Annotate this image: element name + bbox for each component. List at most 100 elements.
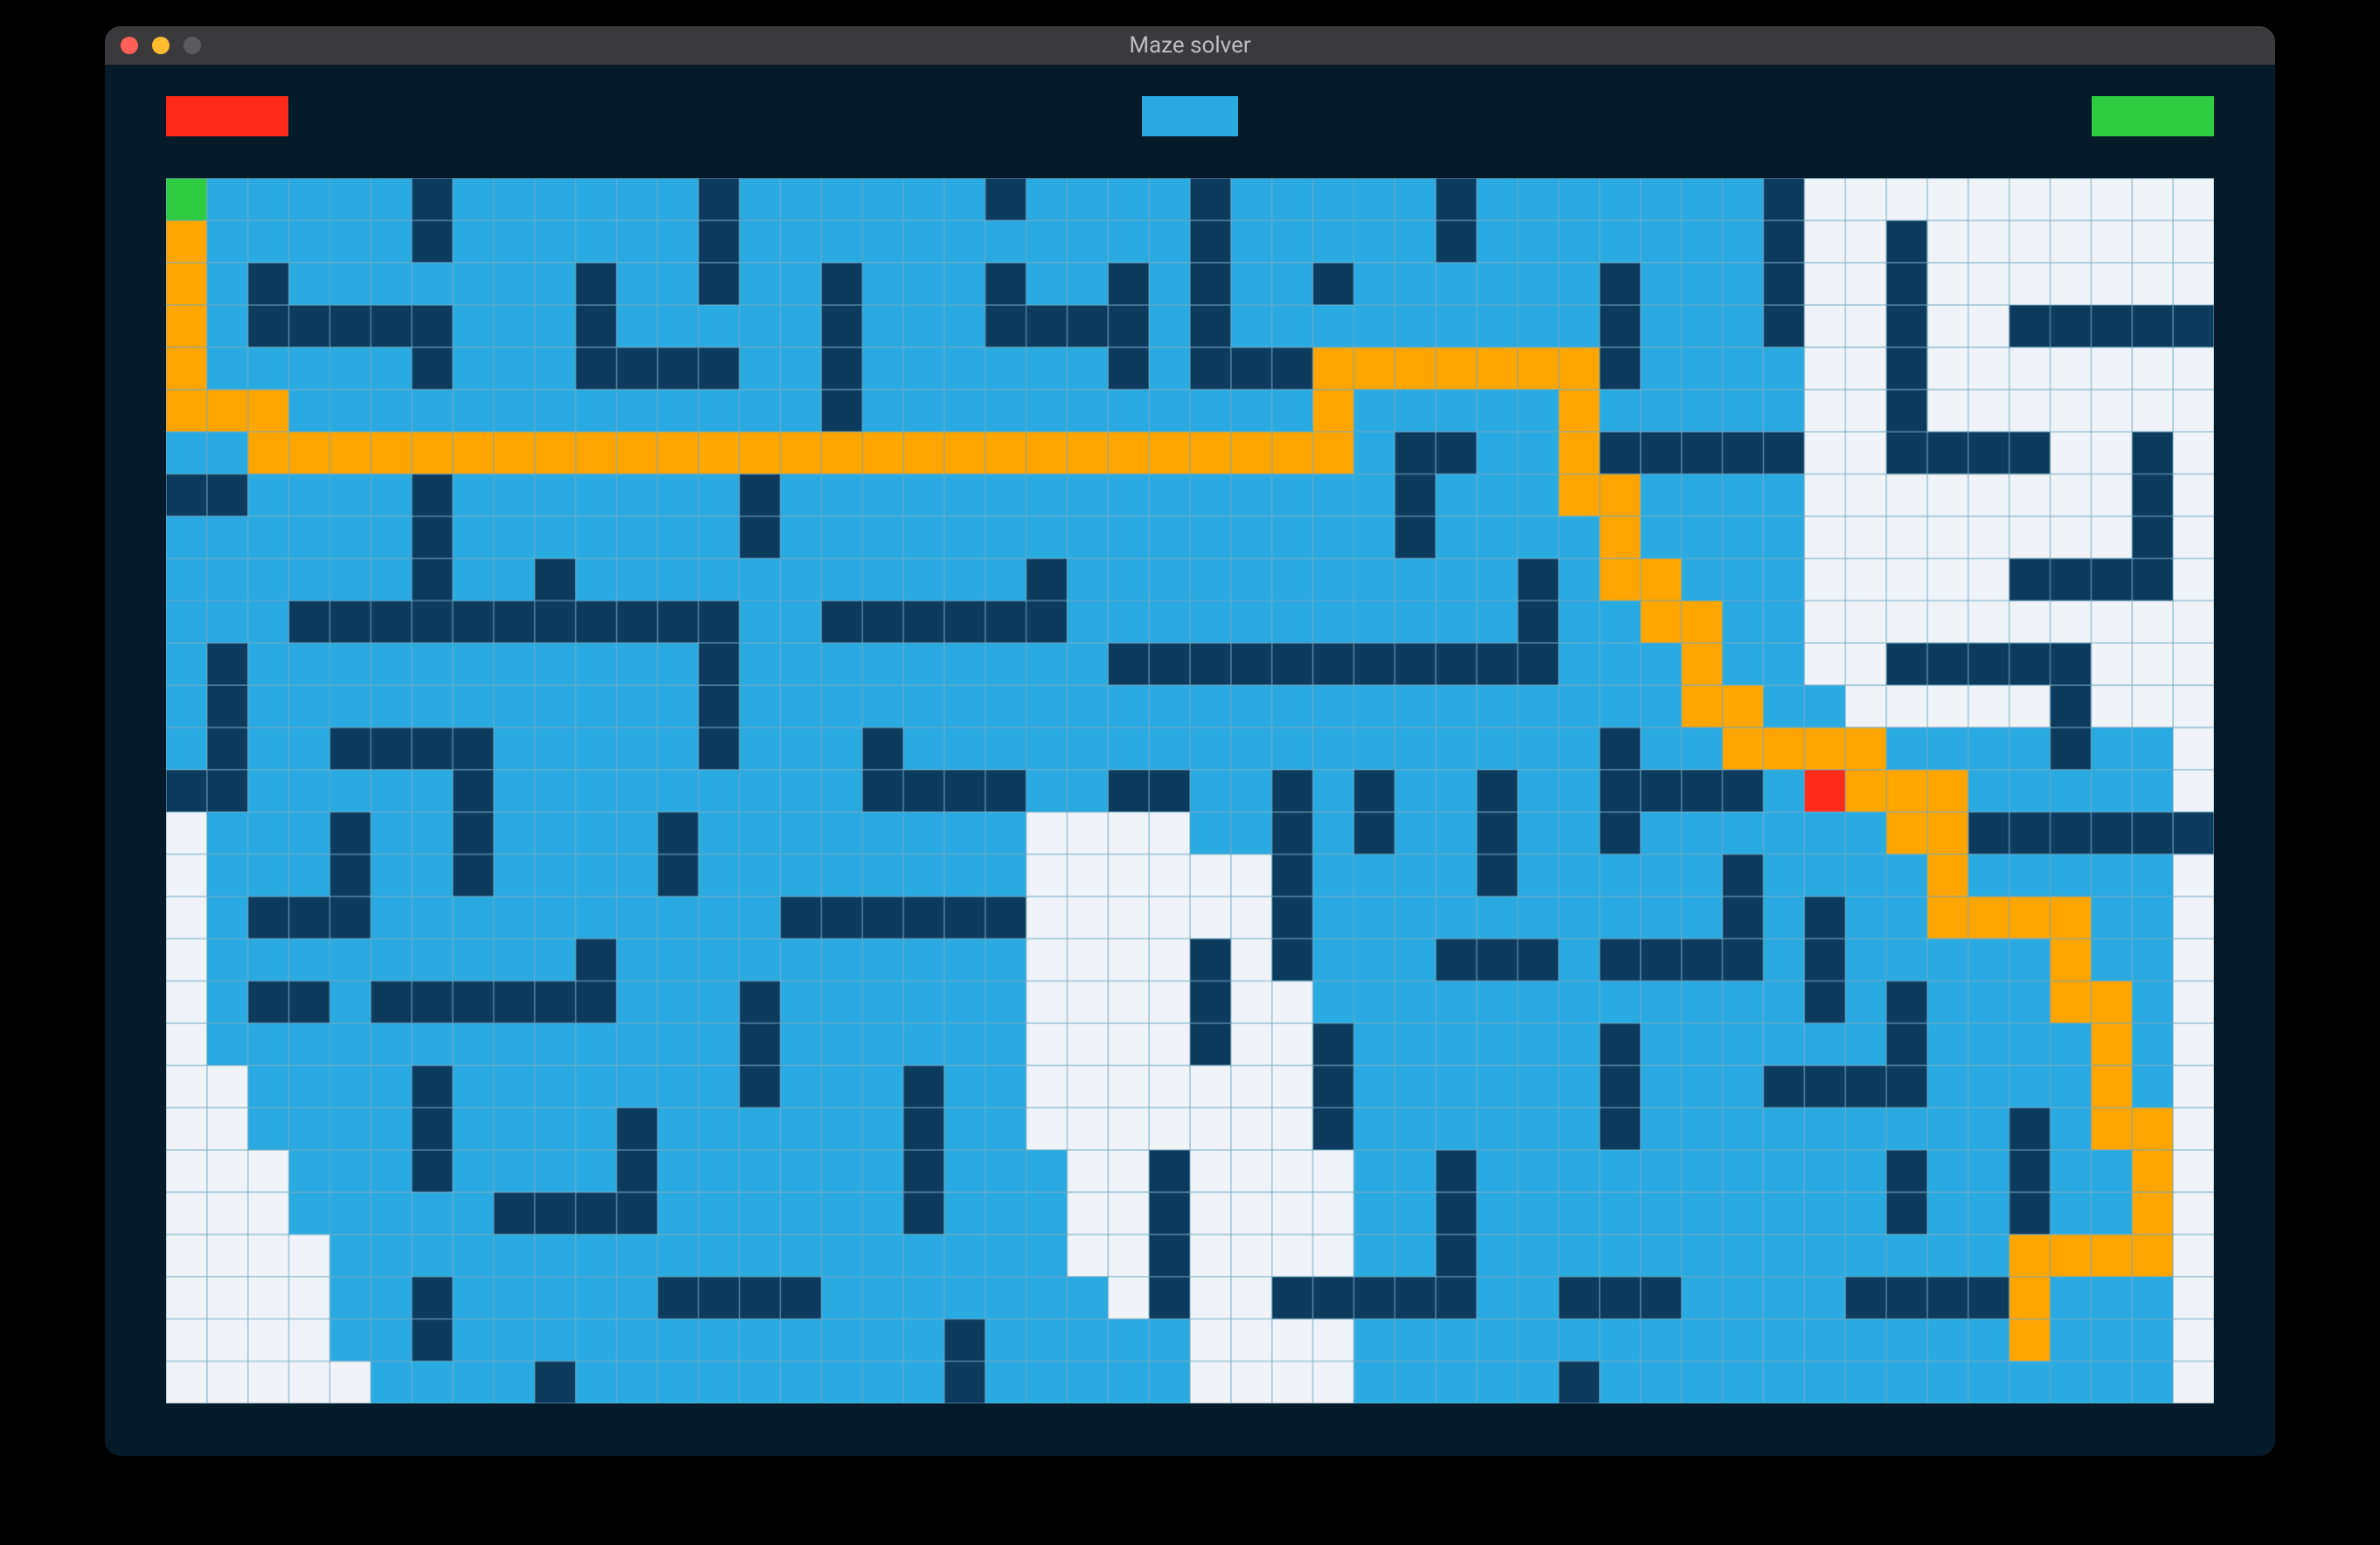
maze-cell[interactable] <box>617 1150 658 1192</box>
maze-cell[interactable] <box>289 643 330 685</box>
maze-cell[interactable] <box>1845 558 1886 600</box>
maze-cell[interactable] <box>535 1150 576 1192</box>
maze-cell[interactable] <box>1067 1361 1108 1403</box>
maze-cell[interactable] <box>1026 305 1067 347</box>
maze-cell[interactable] <box>658 981 699 1023</box>
maze-cell[interactable] <box>2050 1150 2091 1192</box>
maze-cell[interactable] <box>1149 685 1190 727</box>
maze-cell[interactable] <box>1108 1361 1149 1403</box>
maze-cell[interactable] <box>1313 220 1354 262</box>
maze-cell[interactable] <box>1190 981 1231 1023</box>
maze-cell[interactable] <box>1804 558 1845 600</box>
maze-cell[interactable] <box>617 347 658 389</box>
maze-cell[interactable] <box>944 516 986 558</box>
maze-cell[interactable] <box>330 474 371 516</box>
maze-cell[interactable] <box>1518 1361 1559 1403</box>
maze-cell[interactable] <box>1518 516 1559 558</box>
maze-cell[interactable] <box>1518 897 1559 939</box>
maze-cell[interactable] <box>248 643 289 685</box>
titlebar[interactable]: Maze solver <box>105 26 2275 65</box>
maze-cell[interactable] <box>986 516 1027 558</box>
maze-cell[interactable] <box>1394 981 1436 1023</box>
maze-cell[interactable] <box>1927 1361 1968 1403</box>
maze-cell[interactable] <box>166 1023 207 1065</box>
maze-cell[interactable] <box>207 347 248 389</box>
maze-cell[interactable] <box>1190 432 1231 474</box>
maze-cell[interactable] <box>862 1277 903 1319</box>
maze-cell[interactable] <box>1354 178 1395 220</box>
maze-cell[interactable] <box>166 220 207 262</box>
maze-cell[interactable] <box>1927 1150 1968 1192</box>
maze-cell[interactable] <box>1804 432 1845 474</box>
maze-cell[interactable] <box>944 558 986 600</box>
maze-cell[interactable] <box>370 855 412 897</box>
maze-cell[interactable] <box>2010 474 2051 516</box>
maze-cell[interactable] <box>1149 812 1190 854</box>
maze-cell[interactable] <box>2010 1277 2051 1319</box>
maze-cell[interactable] <box>903 600 944 642</box>
maze-cell[interactable] <box>1313 939 1354 980</box>
maze-cell[interactable] <box>1845 1192 1886 1234</box>
maze-cell[interactable] <box>862 1192 903 1234</box>
maze-cell[interactable] <box>1477 558 1518 600</box>
maze-cell[interactable] <box>576 812 617 854</box>
maze-cell[interactable] <box>2091 1319 2132 1361</box>
maze-cell[interactable] <box>330 981 371 1023</box>
maze-cell[interactable] <box>698 1108 739 1150</box>
maze-cell[interactable] <box>1477 600 1518 642</box>
maze-cell[interactable] <box>1394 474 1436 516</box>
maze-cell[interactable] <box>1968 855 2010 897</box>
maze-cell[interactable] <box>453 178 494 220</box>
maze-cell[interactable] <box>658 855 699 897</box>
maze-cell[interactable] <box>1477 347 1518 389</box>
maze-cell[interactable] <box>986 685 1027 727</box>
maze-cell[interactable] <box>1763 981 1804 1023</box>
maze-cell[interactable] <box>1682 220 1723 262</box>
maze-cell[interactable] <box>494 1361 535 1403</box>
maze-cell[interactable] <box>658 516 699 558</box>
maze-cell[interactable] <box>2173 1319 2214 1361</box>
maze-cell[interactable] <box>1682 897 1723 939</box>
maze-cell[interactable] <box>1559 1065 1600 1107</box>
maze-cell[interactable] <box>1436 220 1477 262</box>
maze-cell[interactable] <box>2091 897 2132 939</box>
maze-cell[interactable] <box>1845 981 1886 1023</box>
maze-cell[interactable] <box>289 390 330 432</box>
maze-cell[interactable] <box>1804 939 1845 980</box>
maze-cell[interactable] <box>207 1150 248 1192</box>
maze-cell[interactable] <box>2173 263 2214 305</box>
maze-cell[interactable] <box>944 1023 986 1065</box>
maze-cell[interactable] <box>780 558 821 600</box>
maze-cell[interactable] <box>617 770 658 812</box>
maze-cell[interactable] <box>248 1065 289 1107</box>
maze-cell[interactable] <box>1436 1235 1477 1277</box>
maze-cell[interactable] <box>1272 1150 1313 1192</box>
maze-cell[interactable] <box>1272 1277 1313 1319</box>
maze-cell[interactable] <box>1190 390 1231 432</box>
maze-cell[interactable] <box>1600 1150 1641 1192</box>
maze-cell[interactable] <box>370 1277 412 1319</box>
maze-cell[interactable] <box>862 727 903 769</box>
maze-cell[interactable] <box>1436 474 1477 516</box>
maze-cell[interactable] <box>1682 855 1723 897</box>
maze-cell[interactable] <box>698 855 739 897</box>
maze-cell[interactable] <box>1804 685 1845 727</box>
maze-cell[interactable] <box>289 897 330 939</box>
maze-cell[interactable] <box>739 558 780 600</box>
maze-cell[interactable] <box>1190 516 1231 558</box>
maze-cell[interactable] <box>2050 812 2091 854</box>
maze-cell[interactable] <box>617 600 658 642</box>
maze-cell[interactable] <box>1313 1192 1354 1234</box>
maze-cell[interactable] <box>1354 474 1395 516</box>
maze-cell[interactable] <box>862 516 903 558</box>
maze-cell[interactable] <box>1394 643 1436 685</box>
maze-cell[interactable] <box>986 178 1027 220</box>
maze-cell[interactable] <box>1026 1235 1067 1277</box>
maze-cell[interactable] <box>289 1192 330 1234</box>
maze-cell[interactable] <box>1067 812 1108 854</box>
maze-cell[interactable] <box>1968 685 2010 727</box>
maze-cell[interactable] <box>780 1023 821 1065</box>
maze-cell[interactable] <box>1149 1192 1190 1234</box>
maze-cell[interactable] <box>1886 516 1927 558</box>
maze-cell[interactable] <box>903 812 944 854</box>
